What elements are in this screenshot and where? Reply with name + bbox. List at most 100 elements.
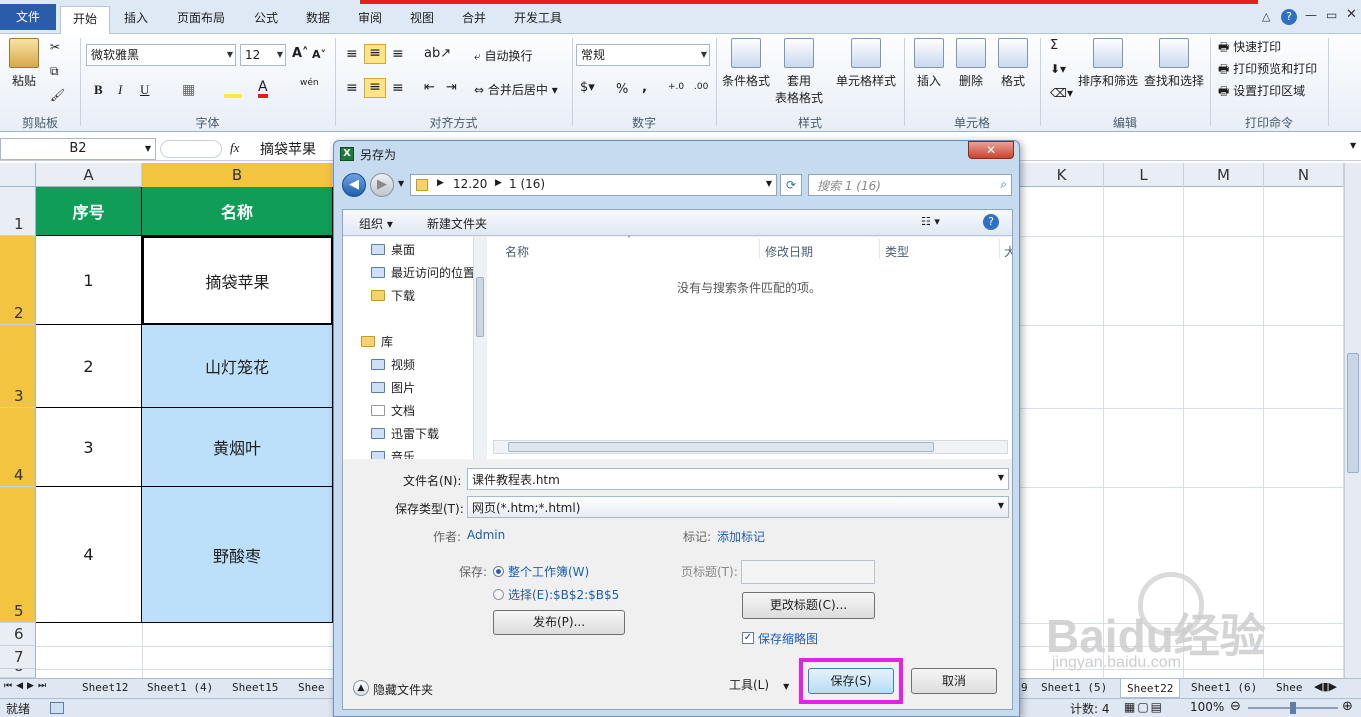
sheet-nav-arrows-icon[interactable]: ⏮◀▶⏭: [4, 681, 50, 691]
zoom-in-icon[interactable]: ⊕: [1342, 699, 1353, 714]
scrollbar-thumb[interactable]: [1347, 353, 1359, 473]
search-input[interactable]: 搜索 1 (16) ⌕: [808, 174, 1012, 196]
merge-center-button[interactable]: ⇔ 合并后居中 ▾: [474, 81, 558, 98]
view-options-icon[interactable]: ☷ ▾: [921, 215, 940, 228]
format-cells-button[interactable]: 格式: [996, 38, 1030, 89]
nav-item-xunlei[interactable]: 迅雷下载: [371, 425, 439, 442]
italic-button[interactable]: I: [118, 82, 122, 98]
sheet-tab[interactable]: Sheet12: [82, 681, 128, 694]
autosum-icon[interactable]: Σ: [1050, 38, 1058, 53]
insert-function-icon[interactable]: fx: [230, 140, 239, 156]
save-thumbnail-label[interactable]: 保存缩略图: [758, 630, 818, 647]
font-color-icon[interactable]: A: [258, 80, 268, 98]
underline-button[interactable]: U: [140, 82, 149, 98]
sheet-tab[interactable]: Sheet1 (4): [147, 681, 213, 694]
table-cell[interactable]: 山灯笼花: [142, 325, 333, 408]
save-button[interactable]: 保存(S): [808, 668, 894, 694]
tools-button[interactable]: 工具(L) ▼: [729, 676, 789, 693]
row-header-4[interactable]: 4: [0, 408, 36, 487]
row-header-3[interactable]: 3: [0, 325, 36, 408]
tab-developer[interactable]: 开发工具: [506, 6, 570, 34]
tab-view[interactable]: 视图: [402, 6, 442, 34]
nav-item-documents[interactable]: 文档: [371, 402, 415, 419]
radio-workbook[interactable]: [493, 566, 504, 577]
sheet-tab[interactable]: Sheet1 (5): [1041, 681, 1107, 694]
currency-icon[interactable]: $▾: [580, 80, 595, 95]
conditional-format-button[interactable]: 条件格式: [720, 38, 772, 89]
row-header-5[interactable]: 5: [0, 487, 36, 623]
column-header-k[interactable]: K: [1020, 163, 1104, 187]
tab-merge[interactable]: 合并: [454, 6, 494, 34]
table-cell[interactable]: 2: [36, 325, 142, 408]
align-middle-icon[interactable]: ≡: [364, 44, 386, 64]
address-bar[interactable]: ▶ 12.20 ▶ 1 (16) ▼: [410, 174, 777, 196]
scrollbar-thumb[interactable]: [508, 442, 934, 452]
window-restore-icon[interactable]: ▭: [1326, 8, 1337, 22]
change-title-button[interactable]: 更改标题(C)...: [742, 592, 875, 619]
table-cell[interactable]: 1: [36, 236, 142, 325]
active-cell[interactable]: 摘袋苹果: [142, 236, 333, 325]
refresh-icon[interactable]: ⟳: [780, 174, 802, 196]
window-minimize-icon[interactable]: —: [1305, 8, 1317, 22]
row-header-2[interactable]: 2: [0, 236, 36, 325]
font-size-select[interactable]: 12 ▼: [240, 44, 286, 66]
expand-formula-icon[interactable]: ▼: [1350, 141, 1356, 150]
nav-item-downloads[interactable]: 下载: [371, 287, 415, 304]
chevron-down-icon[interactable]: ▼: [766, 179, 772, 188]
insert-cells-button[interactable]: 插入: [912, 38, 946, 89]
ribbon-minimize-icon[interactable]: △: [1262, 10, 1270, 23]
tab-file[interactable]: 文件: [0, 4, 56, 30]
forward-icon[interactable]: ▶: [370, 173, 394, 197]
number-format-select[interactable]: 常规 ▼: [576, 44, 710, 66]
radio-selection[interactable]: [493, 589, 504, 600]
nav-item-recent[interactable]: 最近访问的位置: [371, 264, 475, 281]
back-icon[interactable]: ◀: [342, 173, 366, 197]
fill-color-icon[interactable]: [224, 82, 242, 98]
table-format-button[interactable]: 套用 表格格式: [774, 38, 824, 106]
column-modified[interactable]: 修改日期: [765, 243, 813, 260]
column-header-l[interactable]: L: [1104, 163, 1184, 187]
collapse-icon[interactable]: ▲: [353, 680, 369, 696]
row-header-8[interactable]: 8: [0, 669, 36, 678]
tab-insert[interactable]: 插入: [114, 6, 158, 34]
quick-print-button[interactable]: 🖶 快速打印: [1218, 38, 1281, 59]
column-type[interactable]: 类型: [885, 243, 909, 260]
view-mode-icons[interactable]: ▦▢▤: [1124, 700, 1164, 714]
formula-bar-splitter[interactable]: [160, 140, 222, 158]
cancel-button[interactable]: 取消: [911, 668, 997, 694]
align-left-icon[interactable]: ≡: [346, 80, 358, 96]
percent-button[interactable]: %: [616, 82, 628, 97]
scrollbar-thumb[interactable]: [476, 277, 484, 337]
zoom-slider-thumb[interactable]: [1290, 702, 1296, 714]
tab-review[interactable]: 审阅: [350, 6, 390, 34]
option-selection[interactable]: 选择(E):$B$2:$B$5: [508, 586, 619, 603]
cell-style-button[interactable]: 单元格样式: [834, 38, 898, 89]
hide-folders-button[interactable]: 隐藏文件夹: [373, 681, 433, 698]
align-right-icon[interactable]: ≡: [392, 80, 404, 96]
history-dropdown-icon[interactable]: ▼: [398, 179, 404, 188]
decrease-decimal-icon[interactable]: .00: [694, 82, 708, 92]
copy-icon[interactable]: ⧉: [50, 64, 59, 79]
cut-icon[interactable]: ✂: [50, 40, 60, 54]
column-name[interactable]: 名称: [505, 243, 529, 260]
help-icon[interactable]: ?: [983, 214, 999, 230]
tab-page-layout[interactable]: 页面布局: [168, 6, 234, 34]
column-header-a[interactable]: A: [36, 163, 142, 187]
tab-data[interactable]: 数据: [298, 6, 338, 34]
row-header-6[interactable]: 6: [0, 623, 36, 646]
nav-item-libraries[interactable]: 库: [361, 333, 393, 350]
font-name-select[interactable]: 微软雅黑 ▼: [86, 44, 236, 66]
name-box[interactable]: B2 ▼: [0, 138, 156, 160]
breadcrumb-item[interactable]: 1 (16): [509, 177, 545, 191]
nav-item-desktop[interactable]: 桌面: [371, 241, 415, 258]
column-header-b[interactable]: B: [142, 163, 333, 187]
column-header-n[interactable]: N: [1264, 163, 1344, 187]
row-header-7[interactable]: 7: [0, 646, 36, 669]
table-cell[interactable]: 4: [36, 487, 142, 623]
save-thumbnail-checkbox[interactable]: ✓: [742, 632, 754, 644]
tab-home[interactable]: 开始: [60, 6, 110, 34]
sheet-tab[interactable]: Sheet1 (6): [1191, 681, 1257, 694]
delete-cells-button[interactable]: 删除: [954, 38, 988, 89]
column-size[interactable]: 大: [1004, 243, 1012, 260]
tab-formulas[interactable]: 公式: [246, 6, 286, 34]
